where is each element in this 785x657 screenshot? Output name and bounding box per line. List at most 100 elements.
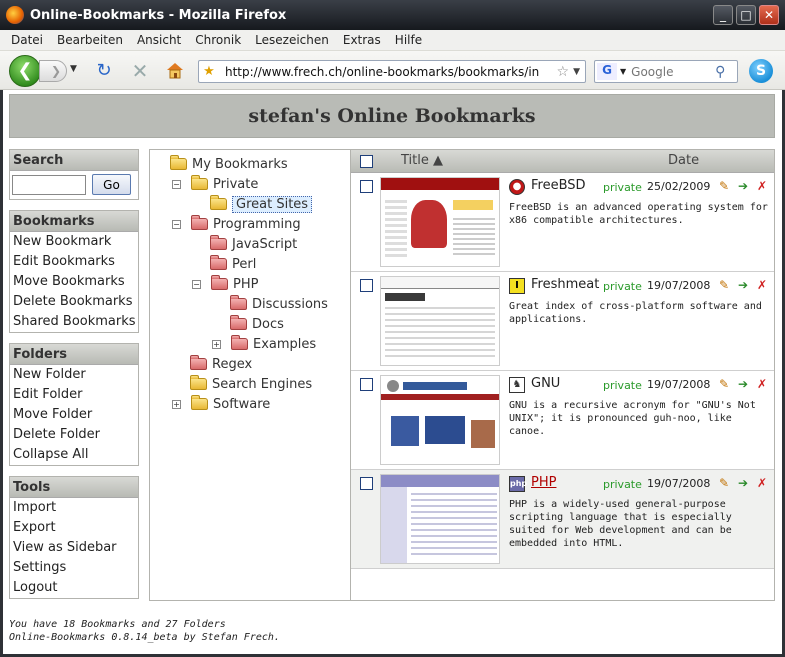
tree-node-label[interactable]: Great Sites (232, 195, 313, 213)
delete-bookmarks-link[interactable]: Delete Bookmarks (10, 292, 138, 312)
logout-link[interactable]: Logout (10, 578, 138, 598)
bookmark-title-link[interactable]: Freshmeat (531, 277, 599, 292)
sort-by-title-header[interactable]: Title ▲ (401, 153, 443, 168)
url-bar[interactable]: ★ ☆ ▼ (198, 60, 586, 83)
collapse-icon[interactable]: − (192, 279, 201, 289)
home-icon[interactable] (164, 60, 186, 82)
delete-icon[interactable]: ✗ (755, 376, 769, 392)
forward-button[interactable]: ❯ (39, 60, 67, 82)
bookmark-checkbox[interactable] (360, 477, 373, 490)
import-link[interactable]: Import (10, 498, 138, 518)
edit-icon[interactable]: ✎ (717, 475, 731, 491)
menu-chronik[interactable]: Chronik (195, 33, 241, 47)
site-thumbnail[interactable] (380, 177, 500, 267)
delete-icon[interactable]: ✗ (755, 178, 769, 194)
delete-icon[interactable]: ✗ (755, 475, 769, 491)
tree-root[interactable]: My Bookmarks (170, 154, 288, 174)
tree-node-search-engines[interactable]: Search Engines (190, 374, 312, 394)
tree-node-label[interactable]: Perl (232, 257, 256, 272)
bookmark-title-link[interactable]: GNU (531, 376, 560, 391)
settings-link[interactable]: Settings (10, 558, 138, 578)
menu-ansicht[interactable]: Ansicht (137, 33, 181, 47)
move-bookmarks-link[interactable]: Move Bookmarks (10, 272, 138, 292)
minimize-button[interactable]: _ (713, 5, 733, 25)
history-dropdown-icon[interactable]: ▼ (70, 64, 77, 74)
tree-node-perl[interactable]: Perl (210, 254, 256, 274)
tree-node-label[interactable]: Programming (213, 217, 301, 232)
site-thumbnail[interactable] (380, 276, 500, 366)
tree-node-javascript[interactable]: JavaScript (210, 234, 297, 254)
menu-bearbeiten[interactable]: Bearbeiten (57, 33, 123, 47)
shared-bookmarks-link[interactable]: Shared Bookmarks (10, 312, 138, 332)
tree-node-label[interactable]: My Bookmarks (192, 157, 288, 172)
site-thumbnail[interactable] (380, 375, 500, 465)
expand-icon[interactable]: + (172, 399, 181, 409)
edit-icon[interactable]: ✎ (717, 376, 731, 392)
edit-icon[interactable]: ✎ (717, 277, 731, 293)
expand-icon[interactable]: + (212, 339, 221, 349)
bookmark-star-icon[interactable]: ☆ (557, 64, 570, 80)
search-engine-icon[interactable]: G (597, 63, 617, 80)
new-bookmark-link[interactable]: New Bookmark (10, 232, 138, 252)
tree-node-programming[interactable]: − Programming (172, 214, 301, 234)
new-folder-link[interactable]: New Folder (10, 365, 138, 385)
search-engine-dropdown-icon[interactable]: ▼ (620, 67, 626, 76)
tree-node-software[interactable]: + Software (172, 394, 270, 414)
menu-datei[interactable]: Datei (11, 33, 43, 47)
delete-folder-link[interactable]: Delete Folder (10, 425, 138, 445)
delete-icon[interactable]: ✗ (755, 277, 769, 293)
menu-extras[interactable]: Extras (343, 33, 381, 47)
select-all-checkbox[interactable] (360, 155, 373, 168)
maximize-button[interactable]: □ (736, 5, 756, 25)
export-link[interactable]: Export (10, 518, 138, 538)
tree-node-regex[interactable]: Regex (190, 354, 252, 374)
web-search-bar[interactable]: G ▼ ⚲ (594, 60, 738, 83)
url-dropdown-icon[interactable]: ▼ (573, 67, 580, 77)
go-button[interactable]: Go (92, 174, 131, 195)
url-input[interactable] (219, 64, 539, 79)
menu-lesezeichen[interactable]: Lesezeichen (255, 33, 329, 47)
edit-bookmarks-link[interactable]: Edit Bookmarks (10, 252, 138, 272)
back-button[interactable]: ❮ (9, 55, 41, 87)
tree-node-label[interactable]: Docs (252, 317, 284, 332)
tree-node-docs[interactable]: Docs (230, 314, 284, 334)
bookmark-title-link[interactable]: FreeBSD (531, 178, 586, 193)
tree-node-discussions[interactable]: Discussions (230, 294, 328, 314)
view-as-sidebar-link[interactable]: View as Sidebar (10, 538, 138, 558)
move-icon[interactable]: ➔ (736, 178, 750, 194)
collapse-icon[interactable]: − (172, 179, 181, 189)
tree-node-label[interactable]: Private (213, 177, 258, 192)
tree-node-label[interactable]: Search Engines (212, 377, 312, 392)
move-icon[interactable]: ➔ (736, 475, 750, 491)
stop-icon[interactable]: ✕ (129, 60, 151, 82)
collapse-all-link[interactable]: Collapse All (10, 445, 138, 465)
edit-folder-link[interactable]: Edit Folder (10, 385, 138, 405)
bookmark-checkbox[interactable] (360, 378, 373, 391)
tree-node-label[interactable]: Regex (212, 357, 252, 372)
tree-node-label[interactable]: Software (213, 397, 270, 412)
move-icon[interactable]: ➔ (736, 376, 750, 392)
close-window-button[interactable]: ✕ (759, 5, 779, 25)
tree-node-label[interactable]: Discussions (252, 297, 328, 312)
tree-node-great-sites[interactable]: Great Sites (210, 194, 313, 214)
tree-node-examples[interactable]: + Examples (212, 334, 316, 354)
edit-icon[interactable]: ✎ (717, 178, 731, 194)
reload-icon[interactable]: ↻ (93, 60, 115, 82)
bookmark-search-input[interactable] (12, 174, 86, 195)
sort-by-date-header[interactable]: Date (668, 153, 699, 168)
move-icon[interactable]: ➔ (736, 277, 750, 293)
tree-node-php[interactable]: − PHP (192, 274, 258, 294)
menu-hilfe[interactable]: Hilfe (395, 33, 422, 47)
bookmark-title-link[interactable]: PHP (531, 475, 556, 490)
tree-node-private[interactable]: − Private (172, 174, 258, 194)
search-icon[interactable]: ⚲ (715, 64, 725, 80)
tree-node-label[interactable]: JavaScript (232, 237, 297, 252)
tree-node-label[interactable]: Examples (253, 337, 316, 352)
collapse-icon[interactable]: − (172, 219, 181, 229)
bookmark-checkbox[interactable] (360, 180, 373, 193)
site-thumbnail[interactable] (380, 474, 500, 564)
move-folder-link[interactable]: Move Folder (10, 405, 138, 425)
web-search-input[interactable] (629, 63, 716, 80)
bookmark-checkbox[interactable] (360, 279, 373, 292)
tree-node-label[interactable]: PHP (233, 277, 258, 292)
